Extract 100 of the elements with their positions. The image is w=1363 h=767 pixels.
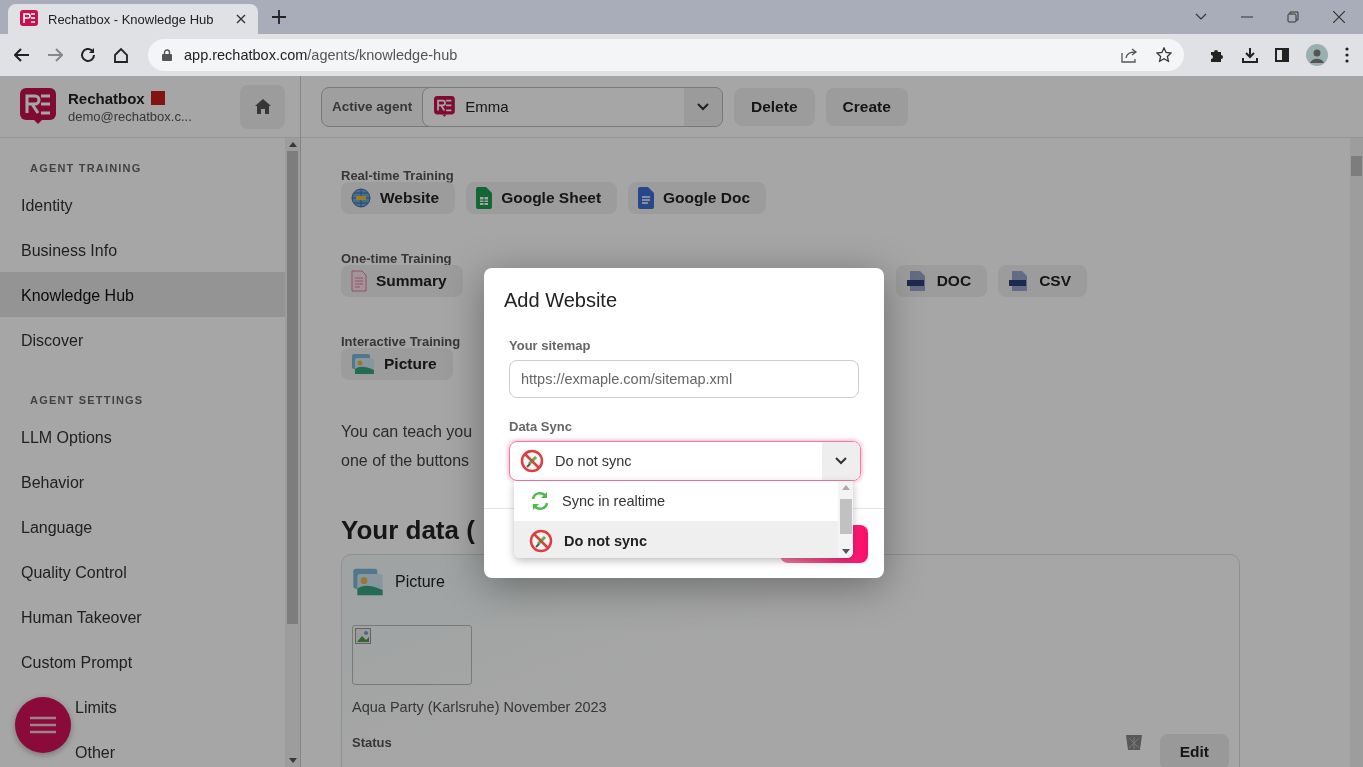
home-icon[interactable] (113, 47, 129, 63)
broken-image-icon (355, 628, 371, 644)
sidebar-row[interactable]: Limits (0, 684, 285, 729)
sidebar-row[interactable]: Other (0, 729, 285, 767)
intro-text: one of the buttons (341, 451, 470, 471)
file-icon (905, 270, 928, 292)
sidebar-row[interactable]: Quality Control (0, 549, 285, 594)
field-label: Data Sync (509, 419, 573, 434)
data-type-label: Picture (395, 573, 445, 591)
picture-icon (351, 353, 375, 375)
forward-icon[interactable] (47, 48, 63, 62)
training-button[interactable]: Website (341, 182, 456, 214)
close-icon[interactable] (1333, 11, 1345, 23)
sidebar-item[interactable]: Other (75, 742, 115, 763)
extensions-icon[interactable] (1209, 47, 1225, 63)
status-label: Status (352, 735, 392, 750)
home-button[interactable] (240, 84, 285, 129)
account-email: demo@rechatbox.c... (68, 108, 193, 124)
chevron-down-icon[interactable] (1195, 13, 1207, 21)
sidebar-row[interactable]: Knowledge Hub (0, 272, 285, 317)
sidebar-row[interactable]: Discover (0, 317, 285, 362)
sidebar-item[interactable]: Limits (75, 697, 117, 718)
menu-icon[interactable] (1345, 47, 1349, 63)
reload-icon[interactable] (80, 47, 96, 63)
sitemap-field[interactable]: https://exmaple.com/sitemap.xml (509, 360, 859, 398)
sidebar-row[interactable]: Business Info (0, 227, 285, 272)
side-panel-icon[interactable] (1275, 48, 1289, 62)
scroll-down-icon (288, 758, 297, 763)
dropdown-option[interactable]: Do not sync (514, 521, 838, 558)
scrollbar[interactable] (285, 138, 300, 767)
sidebar-row[interactable]: Custom Prompt (0, 639, 285, 684)
sidebar-row[interactable]: LLM Options (0, 414, 285, 459)
document-icon (351, 270, 367, 292)
sidebar-item[interactable]: Custom Prompt (21, 652, 133, 673)
sync-select[interactable]: Do not sync (509, 441, 861, 481)
sidebar-item[interactable]: Language (21, 517, 93, 538)
sidebar-row[interactable]: Human Takeover (0, 594, 285, 639)
sidebar-item[interactable]: Identity (21, 195, 73, 216)
globe-icon (351, 188, 371, 208)
training-button[interactable]: Google Doc (628, 182, 767, 214)
address-bar[interactable]: app.rechatbox.com/agents/knowledge-hub (148, 39, 1184, 71)
sidebar-item[interactable]: LLM Options (21, 427, 112, 448)
download-icon[interactable] (1242, 47, 1258, 63)
scroll-up-icon (841, 485, 850, 490)
sync-icon (529, 490, 551, 512)
group-title: Real-time Training (341, 168, 454, 183)
trash-icon[interactable] (1125, 734, 1142, 750)
home-icon (254, 99, 271, 114)
sidebar-row[interactable]: Language (0, 504, 285, 549)
training-button[interactable]: Google Sheet (466, 182, 618, 214)
header-button[interactable]: Delete (734, 87, 815, 126)
status-square-icon (150, 91, 165, 105)
agent-selector[interactable]: Active agent Emma (321, 86, 723, 127)
header-button[interactable]: Create (825, 87, 908, 126)
picture-icon (352, 567, 384, 597)
dropdown-option[interactable]: Sync in realtime (514, 481, 838, 521)
sidebar-item[interactable]: Quality Control (21, 562, 127, 583)
edit-button[interactable]: Edit (1159, 734, 1229, 767)
section-title: AGENT SETTINGS (29, 393, 145, 408)
agent-logo-icon (433, 95, 458, 118)
sidebar-item[interactable]: Knowledge Hub (21, 285, 134, 306)
scrollbar[interactable] (1350, 138, 1363, 767)
sidebar-item[interactable]: Human Takeover (21, 607, 142, 628)
sidebar-row[interactable]: Behavior (0, 459, 285, 504)
section-heading: Your data ( (341, 515, 475, 547)
chevron-down-icon (697, 102, 709, 111)
training-button[interactable]: DOC (895, 265, 988, 297)
share-icon[interactable] (1120, 47, 1138, 63)
spreadsheet-icon (476, 187, 493, 209)
training-button[interactable]: CSV (998, 265, 1087, 297)
scrollbar[interactable] (838, 481, 853, 558)
close-icon[interactable] (236, 14, 246, 24)
no-sync-icon (529, 529, 553, 553)
back-icon[interactable] (14, 48, 30, 62)
group-title: One-time Training (341, 251, 452, 266)
document-icon (638, 187, 655, 209)
field-label: Your sitemap (509, 338, 592, 353)
brand-name: Rechatbox (68, 89, 145, 107)
group-title: Interactive Training (341, 334, 461, 349)
new-tab-icon[interactable] (272, 10, 286, 24)
brand-logo-icon (20, 87, 58, 126)
sidebar-item[interactable]: Discover (21, 330, 84, 351)
intro-text: You can teach you (341, 422, 473, 442)
dialog-title: Add Website (503, 288, 619, 313)
sidebar-item[interactable]: Business Info (21, 240, 118, 261)
training-button[interactable]: Summary (341, 265, 463, 297)
restore-icon[interactable] (1287, 11, 1299, 23)
training-button[interactable]: Picture (341, 348, 453, 380)
menu-button[interactable] (15, 697, 71, 753)
url-text: app.rechatbox.com/agents/knowledge-hub (184, 47, 458, 63)
sidebar-item[interactable]: Behavior (21, 472, 85, 493)
avatar-icon[interactable] (1306, 44, 1328, 66)
site-logo-icon (20, 10, 38, 28)
data-caption: Aqua Party (Karlsruhe) November 2023 (352, 699, 608, 715)
browser-tab[interactable]: Rechatbox - Knowledge Hub (8, 4, 258, 34)
star-icon[interactable] (1156, 47, 1172, 63)
lock-icon (162, 49, 172, 61)
sidebar-row[interactable]: Identity (0, 182, 285, 227)
section-title: AGENT TRAINING (29, 161, 143, 176)
menu-icon (30, 716, 56, 734)
